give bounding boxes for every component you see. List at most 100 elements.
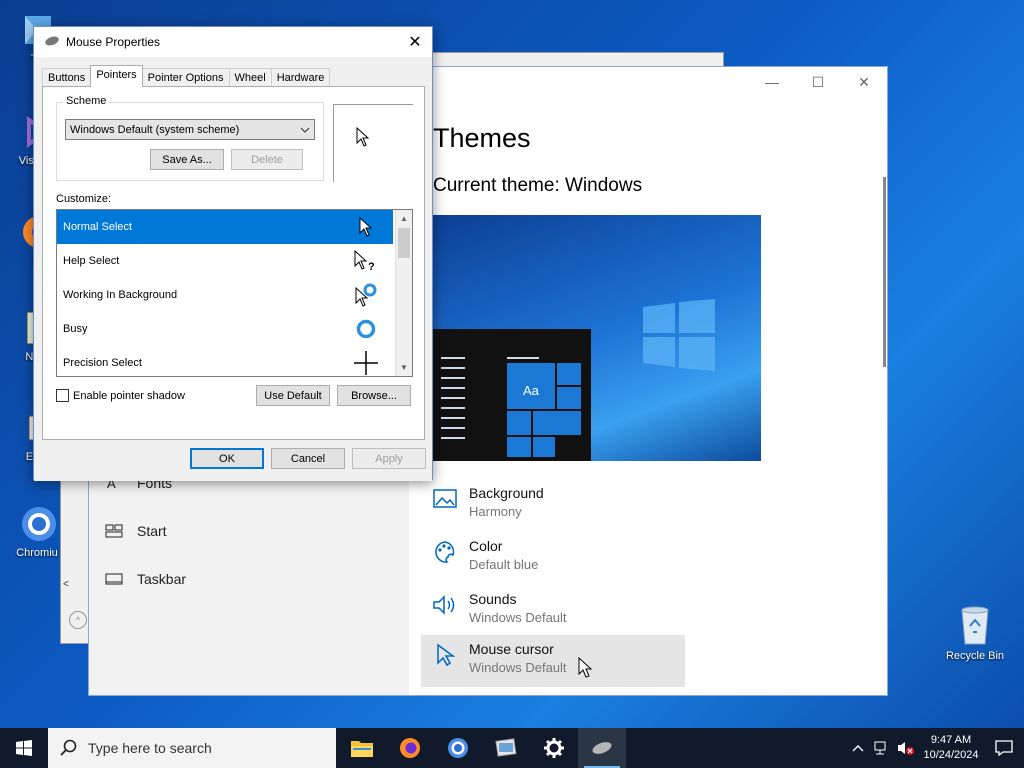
maximize-button[interactable]: ☐ [795, 67, 841, 97]
system-tray: 9:47 AM 10/24/2024 [846, 728, 1024, 768]
arrow-cursor-icon [356, 127, 370, 147]
theme-prop-background[interactable]: Background Harmony [421, 479, 685, 531]
chevron-down-icon [300, 124, 310, 136]
cursor-row-busy[interactable]: Busy [57, 312, 393, 346]
scroll-left-arrow[interactable]: < [63, 579, 77, 593]
cursor-list[interactable]: Normal Select Help Select ? Working In B… [56, 209, 413, 377]
customize-label: Customize: [56, 193, 112, 205]
palette-icon [431, 538, 459, 566]
cursor-row-working-in-background[interactable]: Working In Background [57, 278, 393, 312]
ok-button[interactable]: OK [190, 448, 264, 469]
pointers-tab-panel: Scheme Windows Default (system scheme) S… [42, 86, 425, 440]
start-icon [105, 523, 123, 539]
close-button[interactable]: ✕ [841, 67, 887, 97]
taskbar-search-box[interactable]: Type here to search [48, 728, 336, 768]
recycle-bin[interactable]: Recycle Bin [940, 602, 1010, 662]
tab-buttons[interactable]: Buttons [42, 68, 92, 87]
nav-item-label: Taskbar [137, 571, 187, 587]
scheme-label: Scheme [63, 95, 110, 107]
taskbar-mouse-properties[interactable] [578, 728, 626, 768]
crosshair-cursor-icon [353, 350, 379, 376]
mouse-icon [592, 742, 612, 754]
use-default-button[interactable]: Use Default [256, 385, 330, 406]
clock-date: 10/24/2024 [923, 749, 979, 761]
scrollbar-thumb[interactable] [398, 228, 410, 258]
nav-item-taskbar[interactable]: Taskbar [105, 571, 186, 587]
pointer-shadow-checkbox[interactable] [56, 389, 69, 402]
cursor-row-precision-select[interactable]: Precision Select [57, 346, 393, 376]
start-button[interactable] [0, 728, 48, 768]
nav-item-label: Start [137, 523, 167, 539]
settings-scrollbar[interactable] [883, 177, 886, 367]
tab-pointer-options[interactable]: Pointer Options [141, 68, 230, 87]
taskbar-chromium[interactable] [434, 728, 482, 768]
taskbar-icon [105, 571, 123, 587]
windows-logo-icon [643, 299, 715, 371]
scroll-down-arrow[interactable]: ▼ [396, 359, 412, 376]
network-icon[interactable] [870, 740, 894, 756]
taskbar-clock[interactable]: 9:47 AM 10/24/2024 [918, 733, 984, 763]
prop-value: Default blue [469, 557, 539, 572]
theme-prop-color[interactable]: Color Default blue [421, 532, 685, 584]
taskbar-settings[interactable] [530, 728, 578, 768]
prop-value: Windows Default [469, 660, 567, 675]
dialog-titlebar[interactable]: Mouse Properties ✕ [34, 27, 432, 57]
firefox-icon [400, 738, 420, 758]
cursor-row-help-select[interactable]: Help Select ? [57, 244, 393, 278]
working-cursor-icon [353, 282, 379, 308]
scroll-up-arrow[interactable]: ▲ [396, 210, 412, 227]
tab-wheel[interactable]: Wheel [228, 68, 272, 87]
prop-name: Background [469, 485, 544, 501]
taskbar: Type here to search 9:47 AM 10/24/2024 [0, 728, 1024, 768]
tab-pointers[interactable]: Pointers [90, 65, 143, 87]
browse-button[interactable]: Browse... [337, 385, 411, 406]
tab-hardware[interactable]: Hardware [270, 68, 331, 87]
theme-prop-sounds[interactable]: Sounds Windows Default [421, 585, 685, 637]
current-theme-heading: Current theme: Windows [433, 175, 643, 196]
cursor-icon [431, 641, 459, 669]
clock-time: 9:47 AM [930, 734, 972, 746]
recycle-bin-icon [955, 602, 995, 646]
dialog-title: Mouse Properties [66, 35, 161, 49]
scheme-dropdown[interactable]: Windows Default (system scheme) [65, 119, 315, 140]
taskbar-file-explorer[interactable] [338, 728, 386, 768]
gear-icon [544, 738, 564, 758]
prop-name: Mouse cursor [469, 641, 554, 657]
apply-button[interactable]: Apply [352, 448, 426, 469]
window-controls: — ☐ ✕ [749, 67, 887, 97]
save-as-button[interactable]: Save As... [150, 149, 224, 170]
scheme-group: Scheme Windows Default (system scheme) S… [56, 95, 324, 181]
recycle-bin-label: Recycle Bin [945, 650, 1005, 662]
photos-icon [495, 738, 517, 757]
pointer-shadow-label: Enable pointer shadow [73, 389, 185, 402]
svg-text:?: ? [368, 261, 375, 272]
notification-icon[interactable] [984, 740, 1024, 756]
cancel-button[interactable]: Cancel [271, 448, 345, 469]
cursor-list-scrollbar[interactable]: ▲ ▼ [395, 210, 412, 376]
page-title: Themes [433, 123, 531, 153]
theme-prop-mouse-cursor[interactable]: Mouse cursor Windows Default [421, 635, 685, 687]
chevron-up-icon[interactable] [846, 744, 870, 752]
help-cursor-icon: ? [353, 248, 379, 274]
cursor-preview [333, 104, 413, 182]
picture-icon [431, 485, 459, 513]
delete-button[interactable]: Delete [231, 149, 303, 170]
nav-item-start[interactable]: Start [105, 523, 167, 539]
taskbar-firefox[interactable] [386, 728, 434, 768]
scroll-up-circle-icon[interactable]: ^ [69, 611, 87, 629]
pointer-shadow-option[interactable]: Enable pointer shadow [56, 389, 185, 402]
dialog-tabs: Buttons Pointers Pointer Options Wheel H… [42, 65, 331, 87]
scheme-value: Windows Default (system scheme) [70, 123, 240, 136]
search-icon [60, 739, 77, 756]
windows-logo-icon [16, 740, 32, 756]
taskbar-photos[interactable] [482, 728, 530, 768]
preview-tile-text: Aa [523, 383, 539, 398]
mouse-properties-dialog[interactable]: Mouse Properties ✕ Buttons Pointers Poin… [33, 26, 433, 481]
minimize-button[interactable]: — [749, 67, 795, 97]
busy-cursor-icon [353, 316, 379, 342]
arrow-cursor-icon [353, 214, 379, 240]
volume-muted-icon[interactable] [894, 740, 918, 756]
dialog-close-button[interactable]: ✕ [398, 27, 432, 57]
cursor-row-normal-select[interactable]: Normal Select [57, 210, 393, 244]
prop-value: Windows Default [469, 610, 567, 625]
